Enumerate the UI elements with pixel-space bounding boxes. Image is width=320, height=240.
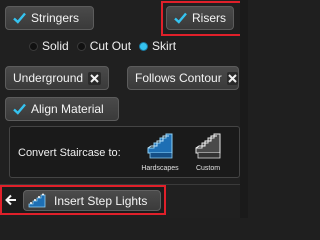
follows-contour-toggle[interactable]: Follows Contour	[127, 66, 239, 90]
radio-skirt[interactable]: Skirt	[140, 39, 176, 53]
convert-hardscapes-button[interactable]: Hardscapes	[140, 133, 180, 175]
underground-toggle[interactable]: Underground	[5, 66, 109, 90]
close-icon[interactable]	[88, 71, 102, 85]
insert-step-lights-highlight-frame: Insert Step Lights	[0, 185, 166, 215]
radio-dot-selected	[140, 42, 148, 50]
insert-step-lights-button[interactable]: Insert Step Lights	[23, 190, 161, 211]
risers-label: Risers	[192, 11, 227, 25]
radio-cut-out[interactable]: Cut Out	[77, 39, 132, 53]
convert-custom-button[interactable]: Custom	[188, 133, 228, 175]
riser-style-radio-group: Solid Cut Out Skirt	[30, 38, 185, 54]
radio-dot	[77, 42, 85, 50]
stringers-toggle[interactable]: Stringers	[5, 6, 94, 30]
step-lights-icon	[28, 193, 48, 209]
checkmark-icon	[11, 10, 27, 26]
insert-step-lights-label: Insert Step Lights	[54, 193, 148, 208]
hardscapes-label: Hardscapes	[141, 165, 179, 172]
back-arrow-icon[interactable]	[3, 191, 19, 209]
hardscape-stairs-icon	[145, 133, 175, 163]
radio-solid-label: Solid	[42, 39, 69, 53]
radio-dot	[30, 42, 37, 50]
radio-cut-out-label: Cut Out	[89, 39, 132, 53]
custom-stairs-icon	[193, 133, 223, 163]
risers-toggle[interactable]: Risers	[166, 6, 234, 30]
align-material-toggle[interactable]: Align Material	[5, 97, 119, 121]
convert-staircase-label: Convert Staircase to:	[18, 147, 121, 159]
custom-label: Custom	[195, 165, 221, 172]
radio-solid[interactable]: Solid	[30, 39, 69, 53]
staircase-options-panel: Stringers Risers Solid Cut Out Skirt Und…	[0, 0, 248, 218]
panel-scroll-edge	[240, 0, 248, 218]
radio-skirt-label: Skirt	[152, 39, 177, 53]
align-material-label: Align Material	[31, 102, 104, 116]
checkmark-icon	[172, 10, 188, 26]
convert-staircase-section: Convert Staircase to: Hardscapes Custom	[9, 126, 240, 178]
follows-contour-label: Follows Contour	[135, 71, 222, 85]
underground-label: Underground	[13, 71, 84, 85]
checkmark-icon	[11, 101, 27, 117]
stringers-label: Stringers	[31, 11, 80, 25]
close-icon[interactable]	[226, 71, 238, 85]
